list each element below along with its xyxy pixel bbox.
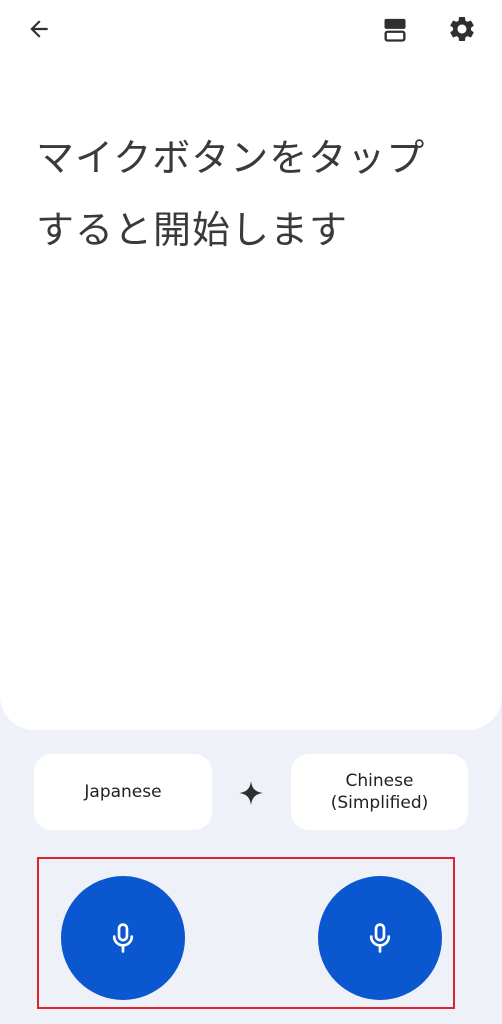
gear-icon bbox=[450, 17, 474, 41]
start-instruction-text: マイクボタンをタップすると開始します bbox=[36, 136, 426, 252]
back-button[interactable] bbox=[17, 7, 61, 51]
sparkle-icon bbox=[239, 781, 263, 805]
layout-toggle-button[interactable] bbox=[373, 8, 417, 52]
target-language-label: Chinese (Simplified) bbox=[330, 771, 429, 813]
source-language-label: Japanese bbox=[84, 782, 162, 802]
transcript-card bbox=[0, 0, 502, 730]
target-language-button[interactable]: Chinese (Simplified) bbox=[291, 754, 468, 830]
settings-button[interactable] bbox=[440, 7, 484, 51]
microphone-icon bbox=[112, 923, 134, 953]
source-microphone-button[interactable] bbox=[61, 876, 185, 1000]
target-microphone-button[interactable] bbox=[318, 876, 442, 1000]
split-view-icon bbox=[384, 18, 406, 42]
microphone-icon bbox=[369, 923, 391, 953]
source-language-button[interactable]: Japanese bbox=[34, 754, 212, 830]
arrow-back-icon bbox=[30, 20, 48, 38]
swap-languages-button[interactable] bbox=[236, 778, 266, 808]
